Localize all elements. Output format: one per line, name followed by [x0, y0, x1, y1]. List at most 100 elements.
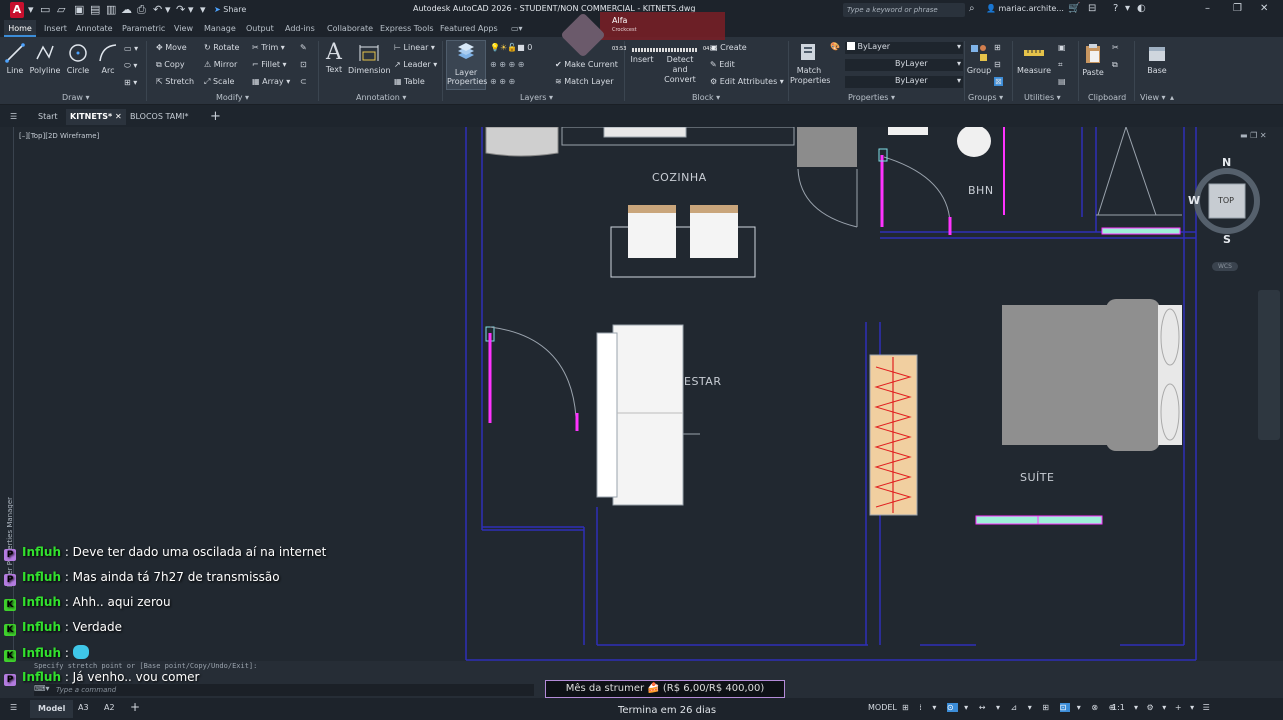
- scale-button[interactable]: ⤢ Scale: [204, 77, 234, 87]
- viewcube[interactable]: N S W TOP WCS: [1188, 156, 1266, 271]
- id-point-icon[interactable]: ⌗: [1058, 60, 1063, 70]
- viewcube-south[interactable]: S: [1223, 233, 1231, 246]
- groups-panel-title[interactable]: Groups ▾: [968, 93, 1003, 102]
- tab-model[interactable]: Model: [30, 700, 74, 718]
- block-panel-title[interactable]: Block ▾: [692, 93, 720, 102]
- polyline-button[interactable]: Polyline: [28, 43, 62, 75]
- erase-icon[interactable]: ✎: [300, 43, 307, 52]
- save-as-icon[interactable]: ▤: [90, 3, 100, 16]
- viewcube-north[interactable]: N: [1222, 156, 1231, 169]
- array-button[interactable]: ▦ Array ▾: [252, 77, 290, 86]
- cloud-icon[interactable]: ☁: [121, 3, 132, 16]
- edit-attributes-button[interactable]: ⚙ Edit Attributes ▾: [710, 77, 784, 86]
- measure-button[interactable]: Measure: [1016, 43, 1052, 75]
- ribbon-toggle-icon[interactable]: ▭▾: [511, 20, 523, 37]
- wcs-menu[interactable]: WCS: [1212, 262, 1238, 271]
- gradient-icon[interactable]: ⊞ ▾: [124, 78, 137, 87]
- tab-featured-apps[interactable]: Featured Apps: [440, 20, 498, 37]
- tab-annotate[interactable]: Annotate: [76, 20, 113, 37]
- dropdown-arrow-icon[interactable]: ▾: [28, 3, 34, 16]
- open-folder-icon[interactable]: ▱: [57, 3, 65, 16]
- redo-icon[interactable]: ↷: [176, 3, 185, 16]
- make-current-button[interactable]: ✔ Make Current: [555, 60, 618, 69]
- autodesk-app-icon[interactable]: ⊟: [1088, 3, 1096, 14]
- clipboard-panel-title[interactable]: Clipboard: [1088, 93, 1126, 102]
- tab-start[interactable]: Start: [34, 109, 62, 125]
- new-tab-icon[interactable]: +: [206, 109, 225, 125]
- match-layer-button[interactable]: ≋ Match Layer: [555, 77, 614, 86]
- annotation-panel-title[interactable]: Annotation ▾: [356, 93, 406, 102]
- linetype-select[interactable]: ByLayer ▾: [845, 59, 963, 71]
- trim-button[interactable]: ✂ Trim ▾: [252, 43, 285, 52]
- fillet-button[interactable]: ⌐ Fillet ▾: [252, 60, 287, 69]
- close-icon[interactable]: ✕: [1260, 3, 1268, 14]
- web-save-icon[interactable]: ▥: [106, 3, 116, 16]
- user-account-button[interactable]: 👤 mariac.archite...: [986, 4, 1064, 13]
- view-panel-title[interactable]: View ▾: [1140, 93, 1166, 102]
- tab-a2[interactable]: A2: [104, 703, 115, 712]
- line-button[interactable]: Line: [4, 43, 26, 75]
- draw-panel-title[interactable]: Draw ▾: [62, 93, 89, 102]
- group-edit-icon[interactable]: ⊟: [994, 60, 1001, 69]
- ungroup-icon[interactable]: ⊞: [994, 43, 1001, 52]
- tab-blocos-tami[interactable]: BLOCOS TAMI*: [126, 109, 192, 125]
- calculator-icon[interactable]: ▤: [1058, 77, 1066, 86]
- copy-button[interactable]: ⧉ Copy: [156, 60, 185, 70]
- tab-kitnets[interactable]: KITNETS* ✕: [66, 109, 126, 125]
- edit-block-button[interactable]: ✎ Edit: [710, 60, 735, 69]
- quick-select-icon[interactable]: ▣: [1058, 43, 1066, 52]
- tab-insert[interactable]: Insert: [44, 20, 67, 37]
- tab-add-ins[interactable]: Add-ins: [285, 20, 315, 37]
- viewcube-west[interactable]: W: [1188, 194, 1200, 207]
- drafting-aids-icons[interactable]: ⊞ ⁞ ▾ ⊙ ▾ ↔ ▾ ⊿ ▾ ⊞ ⊡ ▾ ⊗ ⊕: [902, 703, 1119, 712]
- match-properties-button[interactable]: Match Properties: [790, 41, 830, 86]
- save-icon[interactable]: ▣: [74, 3, 84, 16]
- group-select-icon[interactable]: ⊠: [994, 77, 1003, 86]
- workspace-icons[interactable]: ▾ ⚙ ▾ + ▾ ☰: [1134, 703, 1213, 712]
- viewcube-top-face[interactable]: TOP: [1218, 196, 1234, 205]
- model-space-button[interactable]: MODEL: [868, 703, 897, 712]
- share-button[interactable]: ➤ Share: [214, 3, 246, 16]
- circle-button[interactable]: Circle: [64, 43, 92, 75]
- tab-view[interactable]: View: [174, 20, 193, 37]
- color-select[interactable]: ByLayer ▾: [845, 42, 963, 54]
- layer-properties-button[interactable]: Layer Properties: [446, 40, 487, 90]
- table-button[interactable]: ▦ Table: [394, 77, 425, 86]
- minimize-icon[interactable]: –: [1205, 3, 1210, 14]
- help-icon[interactable]: ?: [1113, 3, 1118, 14]
- rectangle-icon[interactable]: ▭ ▾: [124, 44, 138, 53]
- color-wheel-icon[interactable]: 🎨: [830, 42, 840, 51]
- explode-icon[interactable]: ⊡: [300, 60, 307, 69]
- tab-express-tools[interactable]: Express Tools: [380, 20, 434, 37]
- arc-button[interactable]: Arc: [96, 43, 120, 75]
- autocad-logo[interactable]: A: [10, 2, 24, 18]
- lineweight-select[interactable]: ByLayer ▾: [845, 76, 963, 88]
- leader-button[interactable]: ↗ Leader ▾: [394, 60, 437, 69]
- utilities-panel-title[interactable]: Utilities ▾: [1024, 93, 1061, 102]
- search-icon[interactable]: ⌕: [969, 3, 975, 14]
- cart-icon[interactable]: 🛒: [1068, 3, 1080, 14]
- hatch-icon[interactable]: ⬭ ▾: [124, 61, 137, 71]
- close-tab-icon[interactable]: ✕: [115, 112, 122, 121]
- undo-dropdown-icon[interactable]: ▾: [165, 3, 171, 16]
- copy-clip-icon[interactable]: ⧉: [1112, 60, 1118, 70]
- add-layout-icon[interactable]: +: [130, 700, 140, 714]
- tab-output[interactable]: Output: [246, 20, 274, 37]
- linear-button[interactable]: ⊢ Linear ▾: [394, 43, 435, 52]
- learning-icon[interactable]: ◐: [1137, 3, 1146, 14]
- mirror-button[interactable]: ⚠ Mirror: [204, 60, 237, 69]
- new-file-icon[interactable]: ▭: [40, 3, 50, 16]
- layer-state-icons[interactable]: 💡☀🔓■ 0: [490, 43, 532, 52]
- group-button[interactable]: Group: [966, 43, 992, 75]
- tab-parametric[interactable]: Parametric: [122, 20, 165, 37]
- tab-home[interactable]: Home: [4, 20, 36, 37]
- base-view-button[interactable]: Base: [1140, 43, 1174, 75]
- layout-menu-icon[interactable]: ☰: [10, 703, 17, 712]
- file-menu-icon[interactable]: ☰: [6, 109, 21, 125]
- detect-convert-button[interactable]: Detect and Convert: [658, 55, 702, 85]
- rotate-button[interactable]: ↻ Rotate: [204, 43, 239, 52]
- dimension-button[interactable]: Dimension: [348, 43, 391, 75]
- properties-panel-title[interactable]: Properties ▾: [848, 93, 895, 102]
- redo-dropdown-icon[interactable]: ▾: [188, 3, 194, 16]
- modify-panel-title[interactable]: Modify ▾: [216, 93, 249, 102]
